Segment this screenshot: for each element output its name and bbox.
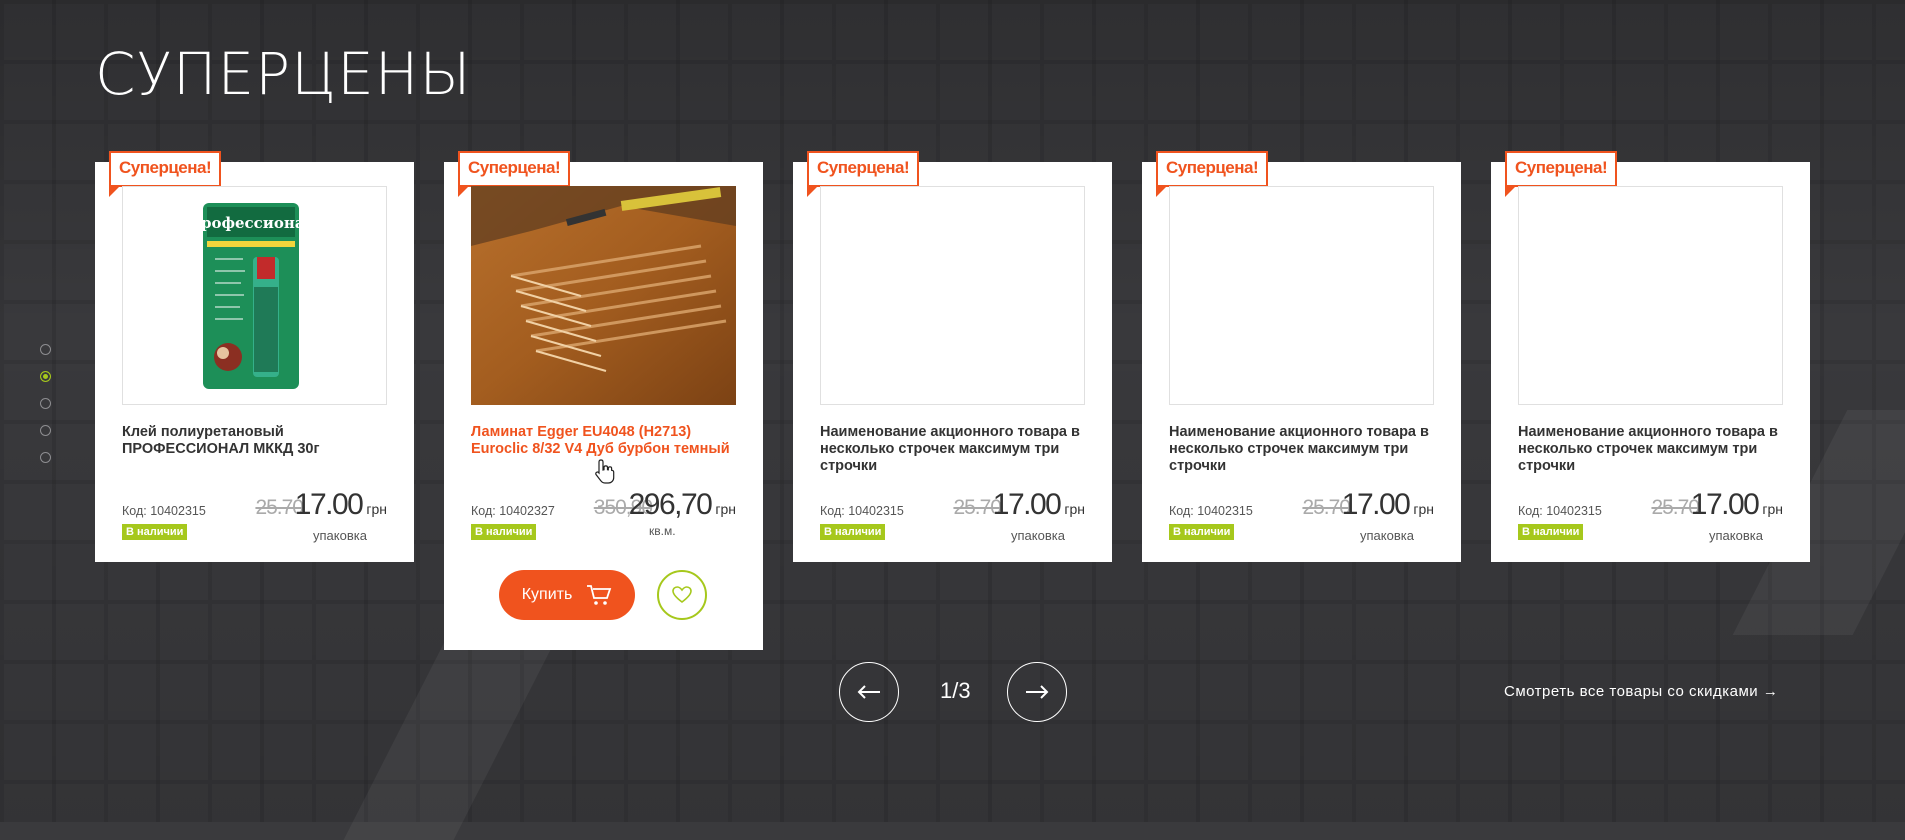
current-price: 17.00 грн	[295, 488, 387, 522]
glue-package-image: Профессионал	[187, 203, 316, 389]
product-code: Код: 10402315	[1518, 504, 1602, 518]
in-stock-badge: В наличии	[1518, 524, 1584, 540]
price-currency: грн	[1762, 501, 1783, 517]
price-value: 17.00	[1690, 488, 1760, 521]
price-currency: грн	[366, 501, 387, 517]
product-image[interactable]	[471, 186, 736, 405]
superprice-badge: Суперцена!	[1156, 151, 1269, 197]
price-value: 17.00	[294, 488, 364, 521]
price-unit: кв.м.	[649, 524, 676, 538]
current-price: 17.00 грн	[1342, 488, 1434, 522]
wishlist-button[interactable]	[657, 570, 707, 620]
price-value: 296,70	[628, 488, 713, 521]
product-card[interactable]: Суперцена! Наименование акционного товар…	[793, 151, 1112, 562]
hand-cursor-icon	[595, 459, 615, 484]
price-unit: упаковка	[1011, 528, 1065, 543]
pagination-dot[interactable]	[40, 452, 51, 463]
in-stock-badge: В наличии	[1169, 524, 1235, 540]
cart-icon	[587, 585, 612, 605]
vertical-pagination-dots	[40, 344, 51, 479]
pagination-dot-active[interactable]	[40, 371, 51, 382]
price-unit: упаковка	[313, 528, 367, 543]
pagination-dot[interactable]	[40, 344, 51, 355]
in-stock-badge: В наличии	[820, 524, 886, 540]
current-price: 17.00 грн	[993, 488, 1085, 522]
product-image-placeholder[interactable]	[1169, 186, 1434, 405]
price-currency: грн	[1064, 501, 1085, 517]
product-name[interactable]: Клей полиуретановый ПРОФЕССИОНАЛ МККД 30…	[122, 424, 392, 458]
in-stock-badge: В наличии	[471, 524, 537, 540]
product-code: Код: 10402327	[471, 504, 555, 518]
current-price: 17.00 грн	[1691, 488, 1783, 522]
product-name[interactable]: Наименование акционного товара в несколь…	[1518, 424, 1788, 475]
price-unit: упаковка	[1360, 528, 1414, 543]
product-image-placeholder[interactable]	[820, 186, 1085, 405]
package-brand: Профессионал	[187, 214, 316, 232]
carousel-prev-button[interactable]	[839, 662, 899, 722]
arrow-right-icon	[1026, 685, 1049, 699]
product-image[interactable]: Профессионал	[122, 186, 387, 405]
price-currency: грн	[1413, 501, 1434, 517]
buy-button[interactable]: Купить	[499, 570, 635, 620]
product-card[interactable]: Суперцена! Наименование акционного товар…	[1491, 151, 1810, 562]
price-value: 17.00	[1341, 488, 1411, 521]
section-title: СУПЕРЦЕНЫ	[95, 40, 472, 108]
heart-icon	[672, 586, 692, 604]
product-card[interactable]: Суперцена! Наименование акционного товар…	[1142, 151, 1461, 562]
pagination-dot[interactable]	[40, 425, 51, 436]
superprice-badge: Суперцена!	[1505, 151, 1618, 197]
carousel-page-indicator: 1/3	[940, 678, 971, 703]
carousel-next-button[interactable]	[1007, 662, 1067, 722]
view-all-discounts-link[interactable]: Смотреть все товары со скидками →	[1504, 683, 1778, 700]
product-name[interactable]: Наименование акционного товара в несколь…	[1169, 424, 1439, 475]
product-code: Код: 10402315	[820, 504, 904, 518]
product-code: Код: 10402315	[122, 504, 206, 518]
price-value: 17.00	[992, 488, 1062, 521]
superprice-badge: Суперцена!	[458, 151, 571, 197]
product-name[interactable]: Наименование акционного товара в несколь…	[820, 424, 1090, 475]
buy-button-label: Купить	[521, 586, 573, 603]
laminate-image	[471, 186, 736, 405]
price-unit: упаковка	[1709, 528, 1763, 543]
superprice-badge: Суперцена!	[807, 151, 920, 197]
product-name[interactable]: Ламинат Egger EU4048 (H2713) Euroclic 8/…	[471, 424, 741, 458]
current-price: 296,70 грн	[629, 488, 736, 522]
product-image-placeholder[interactable]	[1518, 186, 1783, 405]
arrow-left-icon	[857, 685, 880, 699]
price-currency: грн	[715, 501, 736, 517]
product-card-hovered[interactable]: Суперцена! Ламинат Egger EU4048 (H2713) …	[444, 151, 763, 650]
product-code: Код: 10402315	[1169, 504, 1253, 518]
pagination-dot[interactable]	[40, 398, 51, 409]
product-card[interactable]: Суперцена! Профессионал Клей полиуретано…	[95, 151, 414, 562]
superprice-badge: Суперцена!	[109, 151, 222, 197]
in-stock-badge: В наличии	[122, 524, 188, 540]
